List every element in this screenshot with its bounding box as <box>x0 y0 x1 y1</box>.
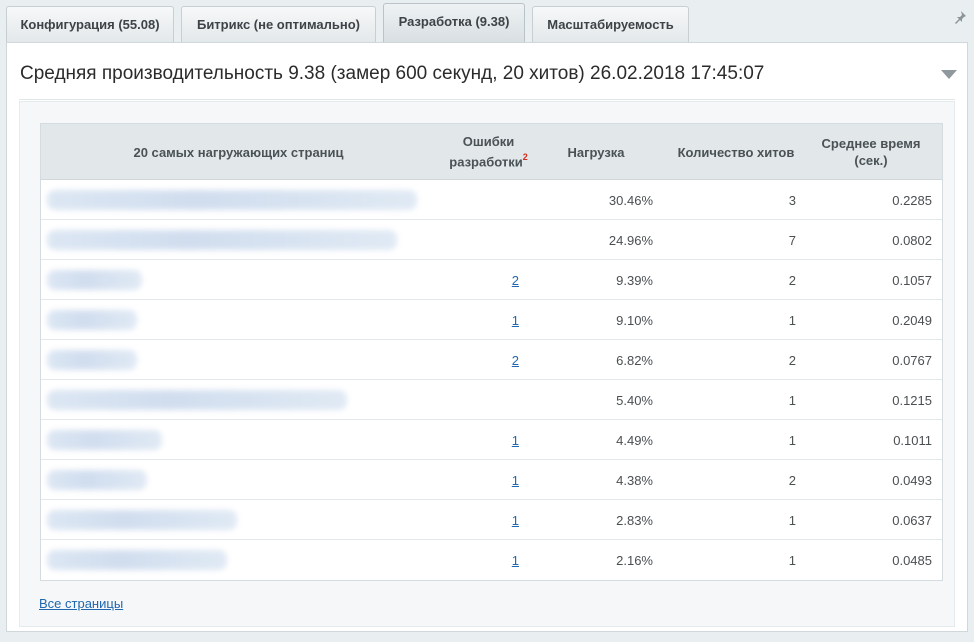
errors-cell: 2 <box>461 260 519 300</box>
header-avg-time: Среднее время (сек.) <box>821 136 921 168</box>
avg-time-cell: 0.2285 <box>892 192 932 208</box>
tab-bar: Конфигурация (55.08) Битрикс (не оптимал… <box>0 0 974 43</box>
header-errors: Ошибки разработки2 <box>449 134 528 170</box>
page-url-link[interactable] <box>47 350 137 370</box>
load-cell: 5.40% <box>616 392 653 408</box>
avg-time-cell: 0.0767 <box>892 352 932 368</box>
load-cell: 4.49% <box>616 432 653 448</box>
collapse-arrow-icon[interactable] <box>941 70 957 79</box>
errors-link[interactable]: 1 <box>512 313 519 328</box>
tab-label: Разработка (9.38) <box>398 14 510 29</box>
pin-icon[interactable] <box>952 10 968 26</box>
tab-configuration[interactable]: Конфигурация (55.08) <box>6 6 174 42</box>
page-url-link[interactable] <box>47 230 397 250</box>
table-body: 30.46% 3 0.2285 24.96% 7 0.0802 2 9.39% 2 0.1057 1… <box>41 180 942 580</box>
page-url-link[interactable] <box>47 390 347 410</box>
page-url-link[interactable] <box>47 270 142 290</box>
table-row: 1 4.38% 2 0.0493 <box>41 460 942 500</box>
hits-cell: 1 <box>788 312 796 328</box>
divider <box>19 99 955 100</box>
load-cell: 30.46% <box>608 192 653 208</box>
header-hits: Количество хитов <box>677 144 795 160</box>
tab-scalability[interactable]: Масштабируемость <box>532 6 689 42</box>
errors-link[interactable]: 2 <box>512 353 519 368</box>
hits-cell: 1 <box>788 432 796 448</box>
load-cell: 4.38% <box>616 472 653 488</box>
tab-bitrix[interactable]: Битрикс (не оптимально) <box>181 6 376 42</box>
performance-panel: Средняя производительность 9.38 (замер 6… <box>6 42 968 632</box>
errors-cell: 1 <box>461 500 519 540</box>
tab-label: Конфигурация (55.08) <box>20 17 160 32</box>
pages-table: 20 самых нагружающих страниц Ошибки разра… <box>40 123 943 581</box>
page-url-link[interactable] <box>47 310 137 330</box>
table-row: 1 4.49% 1 0.1011 <box>41 420 942 460</box>
load-cell: 6.82% <box>616 352 653 368</box>
hits-cell: 2 <box>788 472 796 488</box>
errors-cell: 1 <box>461 420 519 460</box>
hits-cell: 1 <box>788 392 796 408</box>
errors-link[interactable]: 1 <box>512 553 519 568</box>
hits-cell: 1 <box>788 552 796 568</box>
avg-time-cell: 0.0493 <box>892 472 932 488</box>
load-cell: 9.10% <box>616 312 653 328</box>
errors-link[interactable]: 1 <box>512 513 519 528</box>
page-url-link[interactable] <box>47 470 147 490</box>
errors-cell <box>461 180 519 220</box>
panel-body: 20 самых нагружающих страниц Ошибки разра… <box>19 101 955 627</box>
errors-cell: 1 <box>461 300 519 340</box>
table-row: 2 9.39% 2 0.1057 <box>41 260 942 300</box>
load-cell: 9.39% <box>616 272 653 288</box>
avg-time-cell: 0.1215 <box>892 392 932 408</box>
table-row: 24.96% 7 0.0802 <box>41 220 942 260</box>
errors-cell: 2 <box>461 340 519 380</box>
tab-label: Битрикс (не оптимально) <box>196 17 361 32</box>
avg-time-cell: 0.1057 <box>892 272 932 288</box>
tab-label: Масштабируемость <box>547 17 674 32</box>
page-url-link[interactable] <box>47 510 237 530</box>
all-pages-link[interactable]: Все страницы <box>39 596 123 611</box>
errors-cell: 1 <box>461 460 519 500</box>
page-url-link[interactable] <box>47 550 227 570</box>
load-cell: 2.83% <box>616 512 653 528</box>
avg-time-cell: 0.0485 <box>892 552 932 568</box>
panel-title: Средняя производительность 9.38 (замер 6… <box>20 63 765 84</box>
load-cell: 24.96% <box>608 232 653 248</box>
table-row: 30.46% 3 0.2285 <box>41 180 942 220</box>
errors-link[interactable]: 2 <box>512 273 519 288</box>
errors-link[interactable]: 1 <box>512 473 519 488</box>
avg-time-cell: 0.0637 <box>892 512 932 528</box>
table-row: 1 2.83% 1 0.0637 <box>41 500 942 540</box>
superscript-note: 2 <box>522 152 528 163</box>
table-row: 1 2.16% 1 0.0485 <box>41 540 942 580</box>
errors-cell: 1 <box>461 540 519 580</box>
page-url-link[interactable] <box>47 190 417 210</box>
table-row: 1 9.10% 1 0.2049 <box>41 300 942 340</box>
tab-development[interactable]: Разработка (9.38) <box>383 3 525 43</box>
avg-time-cell: 0.0802 <box>892 232 932 248</box>
errors-cell <box>461 380 519 420</box>
errors-cell <box>461 220 519 260</box>
header-page: 20 самых нагружающих страниц <box>133 144 344 160</box>
hits-cell: 2 <box>788 352 796 368</box>
load-cell: 2.16% <box>616 552 653 568</box>
header-load: Нагрузка <box>567 144 625 160</box>
avg-time-cell: 0.2049 <box>892 312 932 328</box>
errors-link[interactable]: 1 <box>512 433 519 448</box>
table-row: 2 6.82% 2 0.0767 <box>41 340 942 380</box>
page-url-link[interactable] <box>47 430 162 450</box>
table-row: 5.40% 1 0.1215 <box>41 380 942 420</box>
avg-time-cell: 0.1011 <box>893 432 932 448</box>
hits-cell: 1 <box>788 512 796 528</box>
hits-cell: 2 <box>788 272 796 288</box>
hits-cell: 3 <box>788 192 796 208</box>
table-header: 20 самых нагружающих страниц Ошибки разра… <box>41 124 942 180</box>
hits-cell: 7 <box>788 232 796 248</box>
